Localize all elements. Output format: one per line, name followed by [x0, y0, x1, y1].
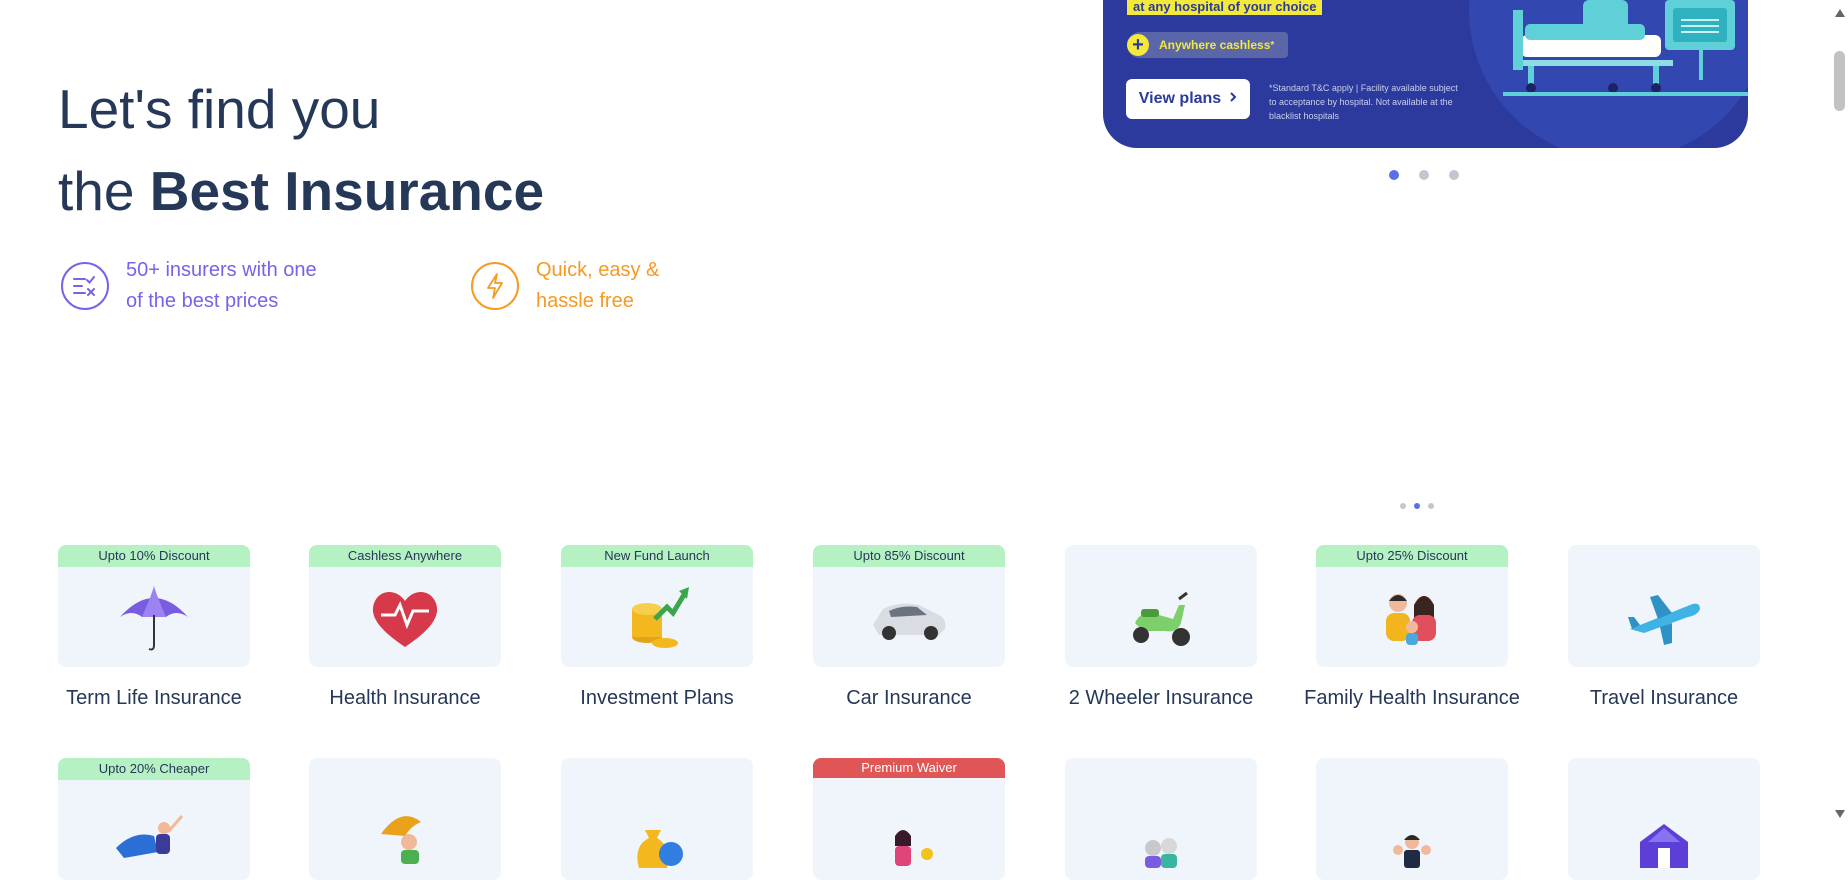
business-group-icon: [1393, 835, 1431, 868]
product-card-investment[interactable]: New Fund Launch: [561, 545, 753, 667]
discount-badge: Upto 85% Discount: [813, 545, 1005, 567]
small-dot-1[interactable]: [1400, 503, 1406, 509]
product-label-term-life[interactable]: Term Life Insurance: [39, 683, 269, 713]
feature-quick-line-1: Quick, easy &: [536, 259, 660, 281]
chevron-right-icon: [1229, 90, 1237, 108]
home-icon: [1640, 824, 1688, 868]
hero-line-2-bold: Best Insurance: [149, 160, 545, 222]
feature-insurers-line-1: 50+ insurers with one: [126, 259, 317, 281]
family-icon: [1386, 594, 1436, 645]
carousel-dot-2[interactable]: [1419, 170, 1429, 180]
plus-icon: +: [1127, 34, 1149, 56]
product-label-family-health[interactable]: Family Health Insurance: [1297, 683, 1527, 713]
cheaper-badge: Upto 20% Cheaper: [58, 758, 250, 780]
view-plans-button[interactable]: View plans: [1126, 79, 1250, 119]
anywhere-cashless-asterisk: *: [1270, 39, 1275, 51]
product-label-two-wheeler[interactable]: 2 Wheeler Insurance: [1046, 683, 1276, 713]
product-card-term-life[interactable]: Upto 10% Discount: [58, 545, 250, 667]
coins-growth-icon: [632, 587, 689, 648]
banner-carousel-dots: [1389, 170, 1459, 180]
product-card-row2-6[interactable]: [1316, 758, 1508, 880]
product-label-health[interactable]: Health Insurance: [290, 683, 520, 713]
airplane-icon: [1628, 595, 1700, 645]
product-label-travel[interactable]: Travel Insurance: [1549, 683, 1779, 713]
product-card-row2-4[interactable]: Premium Waiver: [813, 758, 1005, 880]
car-icon: [873, 603, 946, 640]
scrollbar-thumb[interactable]: [1834, 51, 1845, 111]
secondary-carousel-dots: [1400, 503, 1434, 509]
carousel-dot-3[interactable]: [1449, 170, 1459, 180]
carousel-dot-1[interactable]: [1389, 170, 1399, 180]
hospital-bed-illustration: [1503, 0, 1748, 96]
money-bag-icon: [637, 830, 683, 868]
small-dot-3[interactable]: [1428, 503, 1434, 509]
feature-quick-line-2: hassle free: [536, 290, 634, 312]
product-card-travel[interactable]: [1568, 545, 1760, 667]
feature-insurers-text: 50+ insurers with one of the best prices: [126, 255, 356, 317]
compare-icon: [61, 262, 109, 310]
product-card-health[interactable]: Cashless Anywhere: [309, 545, 501, 667]
product-card-row2-5[interactable]: [1065, 758, 1257, 880]
new-fund-badge: New Fund Launch: [561, 545, 753, 567]
scroll-down-arrow-icon[interactable]: [1835, 810, 1845, 818]
cashless-badge: Cashless Anywhere: [309, 545, 501, 567]
woman-coin-icon: [895, 830, 933, 866]
scroll-up-arrow-icon[interactable]: [1835, 9, 1845, 17]
hero-line-1: Let's find you: [58, 78, 381, 140]
banner-highlight: at any hospital of your choice: [1127, 0, 1323, 15]
product-label-investment[interactable]: Investment Plans: [542, 683, 772, 713]
feature-quick: Quick, easy & hassle free: [471, 255, 766, 317]
product-card-row2-1[interactable]: Upto 20% Cheaper: [58, 758, 250, 880]
discount-badge: Upto 10% Discount: [58, 545, 250, 567]
umbrella-icon: [120, 585, 188, 651]
child-umbrella-icon: [381, 816, 421, 864]
superhero-icon: [116, 815, 184, 858]
heart-icon: [372, 592, 438, 647]
anywhere-cashless-pill: + Anywhere cashless *: [1127, 32, 1289, 58]
promo-banner[interactable]: at any hospital of your choice + Anywher…: [1103, 0, 1748, 148]
discount-badge: Upto 25% Discount: [1316, 545, 1508, 567]
product-card-car[interactable]: Upto 85% Discount: [813, 545, 1005, 667]
lightning-icon: [471, 262, 519, 310]
feature-insurers-line-2: of the best prices: [126, 290, 279, 312]
feature-insurers: 50+ insurers with one of the best prices: [61, 255, 356, 317]
vertical-scrollbar[interactable]: [1831, 0, 1848, 827]
view-plans-label: View plans: [1138, 90, 1222, 107]
banner-disclaimer: *Standard T&C apply | Facility available…: [1269, 83, 1458, 121]
product-card-row2-2[interactable]: [309, 758, 501, 880]
premium-waiver-badge: Premium Waiver: [813, 758, 1005, 778]
page-title: Let's find you the Best Insurance: [58, 68, 544, 232]
product-label-car[interactable]: Car Insurance: [794, 683, 1024, 713]
product-card-family-health[interactable]: Upto 25% Discount: [1316, 545, 1508, 667]
product-card-two-wheeler[interactable]: [1065, 545, 1257, 667]
scooter-icon: [1133, 591, 1190, 646]
feature-quick-text: Quick, easy & hassle free: [536, 255, 766, 317]
senior-couple-icon: [1145, 838, 1177, 868]
product-card-row2-7[interactable]: [1568, 758, 1760, 880]
small-dot-2[interactable]: [1414, 503, 1420, 509]
product-card-row2-3[interactable]: [561, 758, 753, 880]
anywhere-cashless-label: Anywhere cashless: [1159, 38, 1271, 52]
hero-line-2-prefix: the: [58, 160, 150, 222]
